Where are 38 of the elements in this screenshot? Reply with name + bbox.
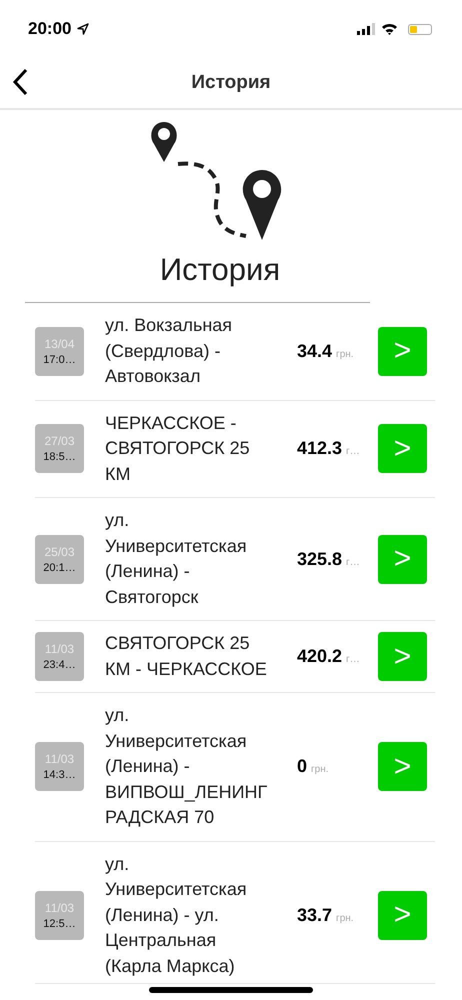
time-text: 23:4… — [43, 659, 76, 671]
open-trip-button[interactable]: > — [378, 632, 427, 681]
currency-label: г… — [346, 654, 360, 665]
nav-title: История — [191, 72, 271, 94]
route-text: ул. Университетская (Ленина) - ВИПВОШ_ЛЕНИНГ РАДСКАЯ 70 — [105, 704, 268, 829]
location-arrow-icon — [77, 23, 90, 35]
price-value: 325.8 — [297, 548, 342, 570]
time-text: 18:5… — [43, 451, 76, 464]
history-title: История — [160, 251, 280, 289]
price-value: 412.3 — [297, 438, 342, 460]
currency-label: грн. — [336, 912, 354, 924]
signal-icon — [357, 23, 375, 35]
currency-label: г… — [346, 556, 360, 568]
currency-label: г… — [346, 446, 360, 458]
route-text: ул. Вокзальная (Свердлова) - Автовокзал — [105, 314, 234, 388]
open-trip-button[interactable]: > — [378, 534, 427, 584]
time-text: 12:5… — [43, 918, 76, 930]
status-time: 20:00 — [28, 19, 72, 39]
price-value: 33.7 — [297, 904, 332, 926]
open-trip-button[interactable]: > — [378, 424, 427, 474]
back-icon[interactable] — [12, 68, 28, 96]
price-value: 420.2 — [297, 646, 342, 667]
price-value: 0 — [297, 756, 308, 778]
time-text: 20:1… — [43, 562, 76, 574]
route-text: ул. Университетская (Ленина) - ул. Центральная (Карла Маркса) — [105, 852, 248, 978]
route-text: ЧЕРКАССКОЕ - СВЯТОГОРСК 25 КМ — [105, 412, 251, 486]
price-value: 34.4 — [297, 340, 332, 362]
time-text: 17:0… — [43, 354, 76, 366]
open-trip-button[interactable]: > — [378, 890, 427, 940]
battery-icon — [408, 24, 432, 34]
time-text: 14:3… — [43, 769, 76, 782]
route-text: ул. Университетская (Ленина) - Святогорск — [105, 509, 248, 609]
route-text: СВЯТОГОРСК 25 КМ - ЧЕРКАССКОЕ — [105, 632, 268, 680]
open-trip-button[interactable]: > — [378, 326, 427, 376]
wifi-icon — [381, 23, 398, 35]
open-trip-button[interactable]: > — [378, 742, 427, 792]
currency-label: грн. — [336, 348, 354, 360]
currency-label: грн. — [311, 764, 329, 776]
